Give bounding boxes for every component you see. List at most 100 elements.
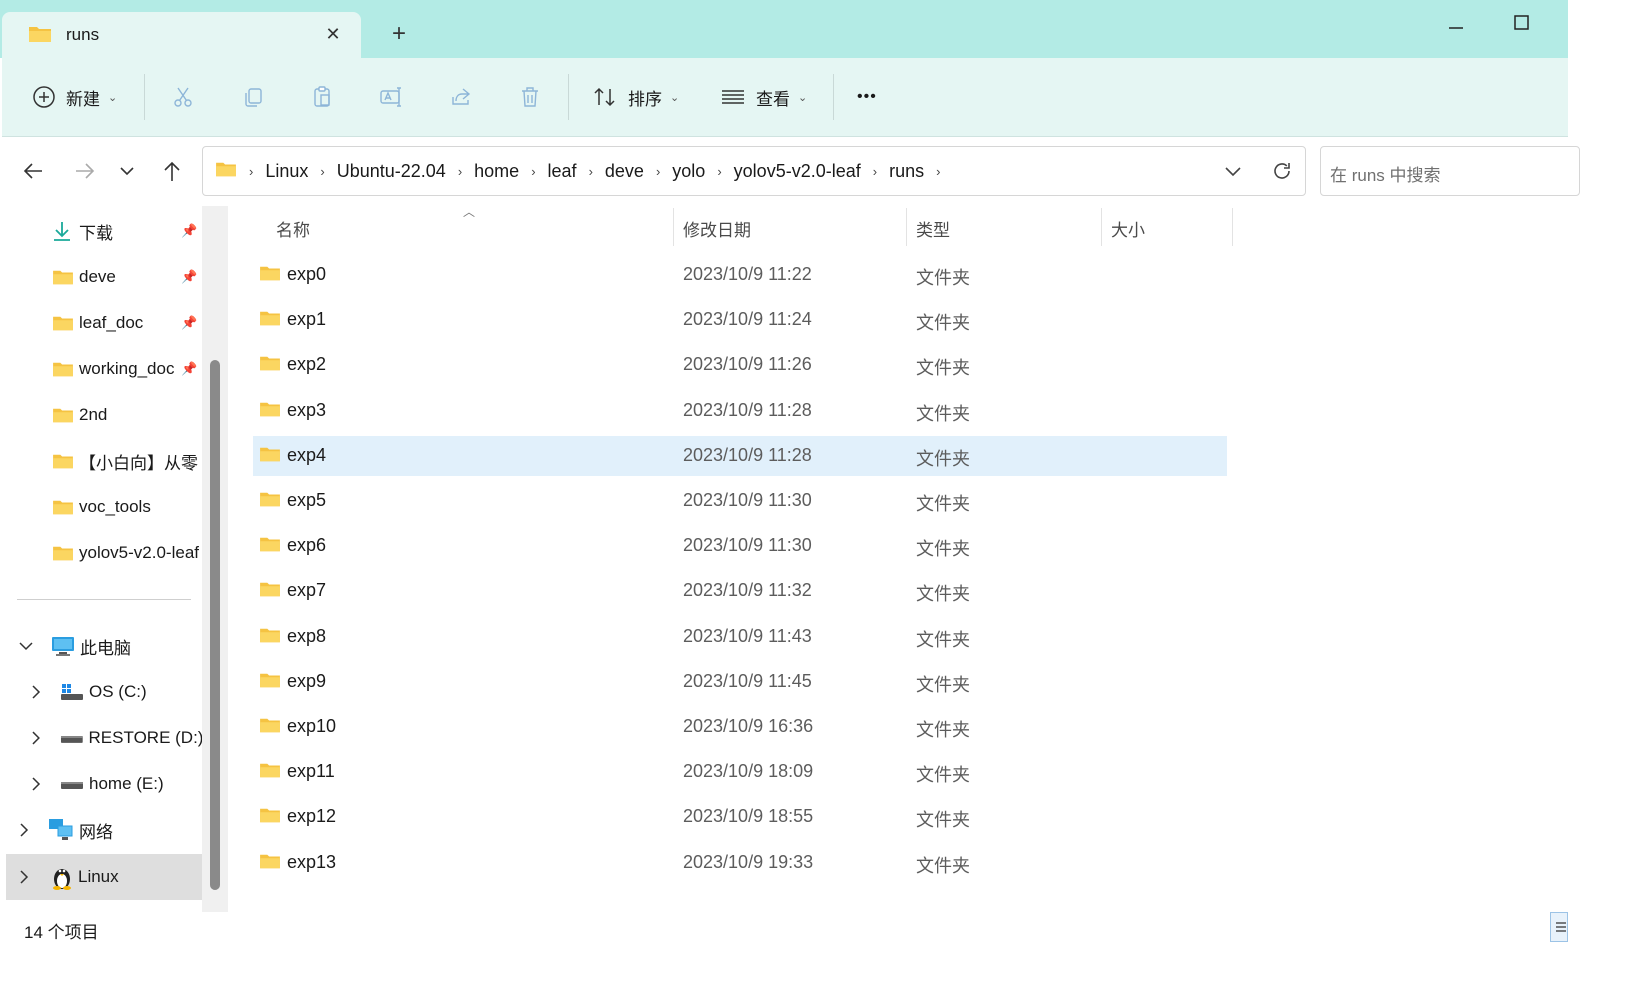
new-button[interactable]: 新建 ⌄ <box>32 78 117 116</box>
sidebar-divider <box>17 599 191 600</box>
back-button[interactable] <box>18 156 48 186</box>
pin-icon[interactable]: 📌 <box>181 315 197 331</box>
folder-icon <box>53 454 73 469</box>
recent-locations-button[interactable] <box>112 156 142 186</box>
sidebar-item-deve[interactable]: deve <box>52 257 202 297</box>
sidebar-item-voc-tools[interactable]: voc_tools <box>52 487 202 527</box>
column-header-name[interactable]: 名称 <box>276 216 310 241</box>
file-type: 文件夹 <box>916 630 970 650</box>
search-input[interactable]: 在 runs 中搜索 <box>1320 146 1580 196</box>
file-row[interactable]: exp0 2023/10/9 11:22 文件夹 <box>253 255 1227 295</box>
breadcrumb-deve[interactable]: deve <box>605 161 644 182</box>
breadcrumb-ubuntu[interactable]: Ubuntu-22.04 <box>337 161 446 182</box>
column-header-type[interactable]: 类型 <box>916 216 950 241</box>
details-view-toggle[interactable] <box>1550 912 1568 942</box>
file-row[interactable]: exp12 2023/10/9 18:55 文件夹 <box>253 797 1227 837</box>
folder-icon <box>259 445 281 468</box>
computer-icon <box>52 637 74 656</box>
file-row[interactable]: exp9 2023/10/9 11:45 文件夹 <box>253 662 1227 702</box>
file-row[interactable]: exp11 2023/10/9 18:09 文件夹 <box>253 752 1227 792</box>
file-modified: 2023/10/9 11:43 <box>683 626 812 646</box>
sidebar-item-drive-c[interactable]: OS (C:) <box>30 672 202 712</box>
drive-windows-icon <box>61 684 83 700</box>
file-name: exp13 <box>287 852 337 872</box>
column-header-size[interactable]: 大小 <box>1111 216 1145 241</box>
breadcrumb-linux[interactable]: Linux <box>265 161 308 182</box>
cut-icon[interactable] <box>168 82 198 112</box>
sidebar-item-drive-d[interactable]: RESTORE (D:) <box>30 718 202 758</box>
rename-icon[interactable] <box>376 82 406 112</box>
file-row[interactable]: exp4 2023/10/9 11:28 文件夹 <box>253 436 1227 476</box>
breadcrumb-runs[interactable]: runs <box>889 161 924 182</box>
file-row[interactable]: exp7 2023/10/9 11:32 文件夹 <box>253 571 1227 611</box>
sidebar-item-linux[interactable]: Linux <box>18 857 202 897</box>
file-row[interactable]: exp1 2023/10/9 11:24 文件夹 <box>253 300 1227 340</box>
pin-icon[interactable]: 📌 <box>181 269 197 285</box>
file-row[interactable]: exp3 2023/10/9 11:28 文件夹 <box>253 391 1227 431</box>
sidebar-item-network[interactable]: 网络 <box>18 810 202 850</box>
file-name: exp3 <box>287 400 327 420</box>
breadcrumb-leaf[interactable]: leaf <box>548 161 577 182</box>
file-type: 文件夹 <box>916 449 970 469</box>
sidebar-item-working-doc[interactable]: working_doc <box>52 349 180 389</box>
address-history-dropdown[interactable] <box>1223 161 1243 186</box>
sidebar-item-label: 此电脑 <box>80 638 131 658</box>
up-button[interactable] <box>157 156 187 186</box>
delete-icon[interactable] <box>515 82 545 112</box>
folder-icon <box>53 546 73 561</box>
sidebar-item-xiaobai[interactable]: 【小白向】从零 <box>52 441 202 481</box>
refresh-icon[interactable] <box>1271 160 1293 187</box>
sort-button[interactable]: 排序 ⌄ <box>592 78 679 116</box>
file-row[interactable]: exp5 2023/10/9 11:30 文件夹 <box>253 481 1227 521</box>
chevron-right-icon: › <box>320 163 325 179</box>
folder-icon <box>215 160 237 183</box>
file-type: 文件夹 <box>916 539 970 559</box>
tab-runs[interactable]: runs ✕ <box>2 12 361 58</box>
tab-title: runs <box>66 25 100 44</box>
file-modified: 2023/10/9 11:26 <box>683 354 812 374</box>
file-type: 文件夹 <box>916 313 970 333</box>
paste-icon[interactable] <box>307 82 337 112</box>
file-type: 文件夹 <box>916 358 970 378</box>
pin-icon[interactable]: 📌 <box>181 223 197 239</box>
chevron-right-icon: › <box>872 163 878 179</box>
file-type: 文件夹 <box>916 494 970 514</box>
sidebar-item-drive-e[interactable]: home (E:) <box>30 764 202 804</box>
folder-icon <box>259 671 281 694</box>
breadcrumb-yolov5[interactable]: yolov5-v2.0-leaf <box>734 161 861 182</box>
file-row[interactable]: exp13 2023/10/9 19:33 文件夹 <box>253 843 1227 883</box>
copy-icon[interactable] <box>238 82 268 112</box>
file-row[interactable]: exp6 2023/10/9 11:30 文件夹 <box>253 526 1227 566</box>
view-button[interactable]: 查看 ⌄ <box>720 78 807 116</box>
sidebar-item-downloads[interactable]: 下载 <box>52 211 202 251</box>
sidebar-item-this-pc[interactable]: 此电脑 <box>18 626 202 666</box>
folder-icon <box>53 362 73 377</box>
breadcrumb-home[interactable]: home <box>474 161 519 182</box>
sidebar-item-yolov5[interactable]: yolov5-v2.0-leaf <box>52 533 202 573</box>
breadcrumb-yolo[interactable]: yolo <box>672 161 705 182</box>
share-icon[interactable] <box>446 82 476 112</box>
sidebar-item-2nd[interactable]: 2nd <box>52 395 202 435</box>
file-name: exp4 <box>287 445 327 465</box>
more-button[interactable]: ••• <box>857 78 877 116</box>
folder-icon <box>259 264 281 287</box>
sidebar-item-label: leaf_doc <box>79 313 144 332</box>
address-bar[interactable]: › Linux › Ubuntu-22.04 › home › leaf › d… <box>202 146 1306 196</box>
new-tab-button[interactable]: + <box>386 22 412 48</box>
file-row[interactable]: exp2 2023/10/9 11:26 文件夹 <box>253 345 1227 385</box>
forward-button[interactable] <box>70 156 100 186</box>
file-type: 文件夹 <box>916 856 970 876</box>
sidebar-scrollbar-thumb[interactable] <box>210 360 220 890</box>
pin-icon[interactable]: 📌 <box>181 361 197 377</box>
file-row[interactable]: exp8 2023/10/9 11:43 文件夹 <box>253 617 1227 657</box>
maximize-button[interactable] <box>1500 8 1544 36</box>
file-modified: 2023/10/9 11:28 <box>683 445 812 465</box>
column-header-modified[interactable]: 修改日期 <box>683 216 751 241</box>
sidebar-item-leaf-doc[interactable]: leaf_doc <box>52 303 202 343</box>
minimize-button[interactable] <box>1433 8 1477 36</box>
file-modified: 2023/10/9 16:36 <box>683 716 814 736</box>
close-tab-icon[interactable]: ✕ <box>320 21 346 47</box>
file-row[interactable]: exp10 2023/10/9 16:36 文件夹 <box>253 707 1227 747</box>
folder-icon <box>53 500 73 515</box>
folder-icon <box>259 761 281 784</box>
